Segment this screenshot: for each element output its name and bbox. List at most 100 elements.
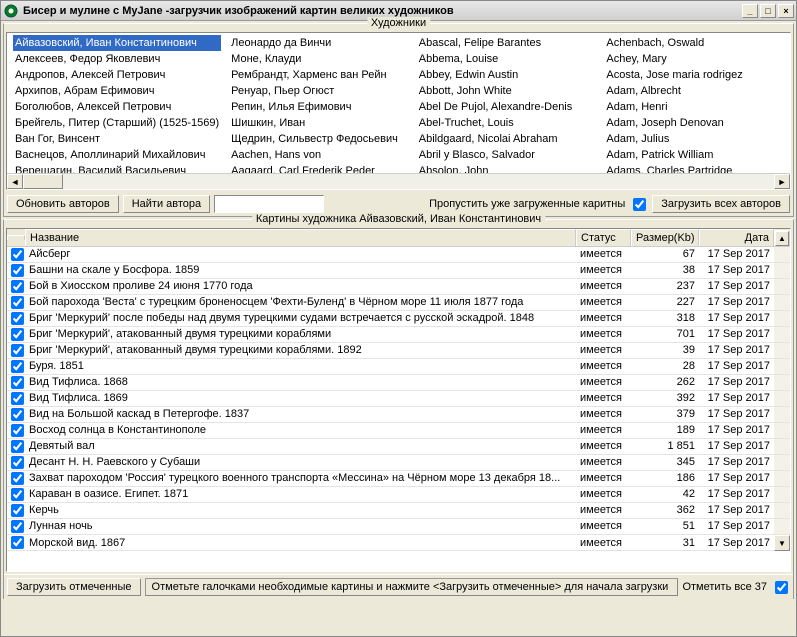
- row-checkbox[interactable]: [11, 488, 24, 501]
- load-checked-button[interactable]: Загрузить отмеченные: [7, 578, 141, 596]
- scroll-track[interactable]: [774, 375, 790, 390]
- scroll-track[interactable]: [774, 455, 790, 470]
- scroll-track[interactable]: [774, 343, 790, 358]
- table-row[interactable]: Бой в Хиосском проливе 24 июня 1770 года…: [7, 279, 790, 295]
- row-checkbox[interactable]: [11, 392, 24, 405]
- table-row[interactable]: Десант Н. Н. Раевского у Субашиимеется34…: [7, 455, 790, 471]
- artist-item[interactable]: Adam, Julius: [604, 131, 784, 147]
- table-row[interactable]: Захват пароходом 'Россия' турецкого воен…: [7, 471, 790, 487]
- artist-item[interactable]: Репин, Илья Ефимович: [229, 99, 409, 115]
- artist-item[interactable]: Щедрин, Сильвестр Федосьевич: [229, 131, 409, 147]
- artist-item[interactable]: Андропов, Алексей Петрович: [13, 67, 221, 83]
- close-button[interactable]: ×: [778, 4, 794, 18]
- artist-item[interactable]: Aachen, Hans von: [229, 147, 409, 163]
- row-checkbox[interactable]: [11, 424, 24, 437]
- scroll-right-button[interactable]: ►: [774, 174, 790, 189]
- row-checkbox[interactable]: [11, 344, 24, 357]
- table-row[interactable]: Вид на Большой каскад в Петергофе. 1837и…: [7, 407, 790, 423]
- row-checkbox[interactable]: [11, 440, 24, 453]
- artist-item[interactable]: Брейгель, Питер (Старший) (1525-1569): [13, 115, 221, 131]
- table-row[interactable]: Восход солнца в Константинополеимеется18…: [7, 423, 790, 439]
- row-checkbox[interactable]: [11, 408, 24, 421]
- table-row[interactable]: Лунная ночьимеется5117 Sep 2017: [7, 519, 790, 535]
- artist-item[interactable]: Adam, Albrecht: [604, 83, 784, 99]
- refresh-authors-button[interactable]: Обновить авторов: [7, 195, 119, 213]
- scroll-up-button[interactable]: ▲: [775, 231, 789, 246]
- table-row[interactable]: Морской вид. 1867имеется3117 Sep 2017▼: [7, 535, 790, 551]
- artist-item[interactable]: Adam, Joseph Denovan: [604, 115, 784, 131]
- artist-item[interactable]: Боголюбов, Алексей Петрович: [13, 99, 221, 115]
- col-size[interactable]: Размер(Kb): [631, 229, 699, 246]
- scroll-track[interactable]: [774, 247, 790, 262]
- scroll-track[interactable]: [774, 439, 790, 454]
- table-row[interactable]: Башни на скале у Босфора. 1859имеется381…: [7, 263, 790, 279]
- paintings-table[interactable]: Название Статус Размер(Kb) Дата ▲ Айсбер…: [6, 228, 791, 572]
- scroll-track[interactable]: [774, 327, 790, 342]
- col-date[interactable]: Дата: [699, 229, 774, 246]
- artist-item[interactable]: Abril y Blasco, Salvador: [417, 147, 597, 163]
- artist-item[interactable]: Abel De Pujol, Alexandre-Denis: [417, 99, 597, 115]
- maximize-button[interactable]: □: [760, 4, 776, 18]
- load-all-authors-button[interactable]: Загрузить всех авторов: [652, 195, 790, 213]
- skip-loaded-checkbox[interactable]: [633, 198, 646, 211]
- col-name[interactable]: Название: [25, 229, 576, 246]
- find-author-button[interactable]: Найти автора: [123, 195, 210, 213]
- scroll-track[interactable]: [774, 359, 790, 374]
- artist-item[interactable]: Abildgaard, Nicolai Abraham: [417, 131, 597, 147]
- table-row[interactable]: Бриг 'Меркурий' после победы над двумя т…: [7, 311, 790, 327]
- row-checkbox[interactable]: [11, 504, 24, 517]
- row-checkbox[interactable]: [11, 312, 24, 325]
- artist-item[interactable]: Achenbach, Oswald: [604, 35, 784, 51]
- scroll-track[interactable]: [774, 423, 790, 438]
- row-checkbox[interactable]: [11, 520, 24, 533]
- scroll-track[interactable]: [774, 311, 790, 326]
- row-checkbox[interactable]: [11, 360, 24, 373]
- scroll-track[interactable]: [774, 279, 790, 294]
- row-checkbox[interactable]: [11, 472, 24, 485]
- row-checkbox[interactable]: [11, 328, 24, 341]
- scroll-down-button[interactable]: ▼: [774, 535, 790, 551]
- scroll-track[interactable]: [774, 471, 790, 486]
- artist-item[interactable]: Abascal, Felipe Barantes: [417, 35, 597, 51]
- row-checkbox[interactable]: [11, 264, 24, 277]
- table-row[interactable]: Вид Тифлиса. 1868имеется26217 Sep 2017: [7, 375, 790, 391]
- table-row[interactable]: Девятый валимеется1 85117 Sep 2017: [7, 439, 790, 455]
- artist-item[interactable]: Abel-Truchet, Louis: [417, 115, 597, 131]
- scroll-track[interactable]: [774, 391, 790, 406]
- scroll-track[interactable]: [23, 174, 774, 189]
- row-checkbox[interactable]: [11, 296, 24, 309]
- artist-item[interactable]: Achey, Mary: [604, 51, 784, 67]
- artist-item[interactable]: Васнецов, Аполлинарий Михайлович: [13, 147, 221, 163]
- row-checkbox[interactable]: [11, 280, 24, 293]
- row-checkbox[interactable]: [11, 456, 24, 469]
- find-author-input[interactable]: [214, 195, 324, 213]
- artist-item[interactable]: Шишкин, Иван: [229, 115, 409, 131]
- artists-listbox[interactable]: Айвазовский, Иван КонстантиновичАлексеев…: [6, 32, 791, 190]
- row-checkbox[interactable]: [11, 536, 24, 549]
- mark-all-checkbox[interactable]: [775, 581, 788, 594]
- minimize-button[interactable]: _: [742, 4, 758, 18]
- artist-item[interactable]: Архипов, Абрам Ефимович: [13, 83, 221, 99]
- artist-item[interactable]: Рембрандт, Харменс ван Рейн: [229, 67, 409, 83]
- table-row[interactable]: Керчьимеется36217 Sep 2017: [7, 503, 790, 519]
- table-row[interactable]: Караван в оазисе. Египет. 1871имеется421…: [7, 487, 790, 503]
- artist-item[interactable]: Abbema, Louise: [417, 51, 597, 67]
- artist-item[interactable]: Ренуар, Пьер Огюст: [229, 83, 409, 99]
- scroll-thumb[interactable]: [23, 174, 63, 189]
- scroll-track[interactable]: [774, 519, 790, 534]
- artists-h-scrollbar[interactable]: ◄ ►: [7, 173, 790, 189]
- artist-item[interactable]: Леонардо да Винчи: [229, 35, 409, 51]
- scroll-track[interactable]: [774, 487, 790, 502]
- artist-item[interactable]: Айвазовский, Иван Константинович: [13, 35, 221, 51]
- artist-item[interactable]: Моне, Клауди: [229, 51, 409, 67]
- scroll-track[interactable]: [774, 503, 790, 518]
- table-row[interactable]: Вид Тифлиса. 1869имеется39217 Sep 2017: [7, 391, 790, 407]
- scroll-track[interactable]: [774, 263, 790, 278]
- table-row[interactable]: Айсбергимеется6717 Sep 2017: [7, 247, 790, 263]
- row-checkbox[interactable]: [11, 376, 24, 389]
- table-row[interactable]: Буря. 1851имеется2817 Sep 2017: [7, 359, 790, 375]
- artist-item[interactable]: Abbott, John White: [417, 83, 597, 99]
- scroll-track[interactable]: [774, 407, 790, 422]
- table-row[interactable]: Бриг 'Меркурий', атакованный двумя турец…: [7, 327, 790, 343]
- scroll-track[interactable]: [774, 295, 790, 310]
